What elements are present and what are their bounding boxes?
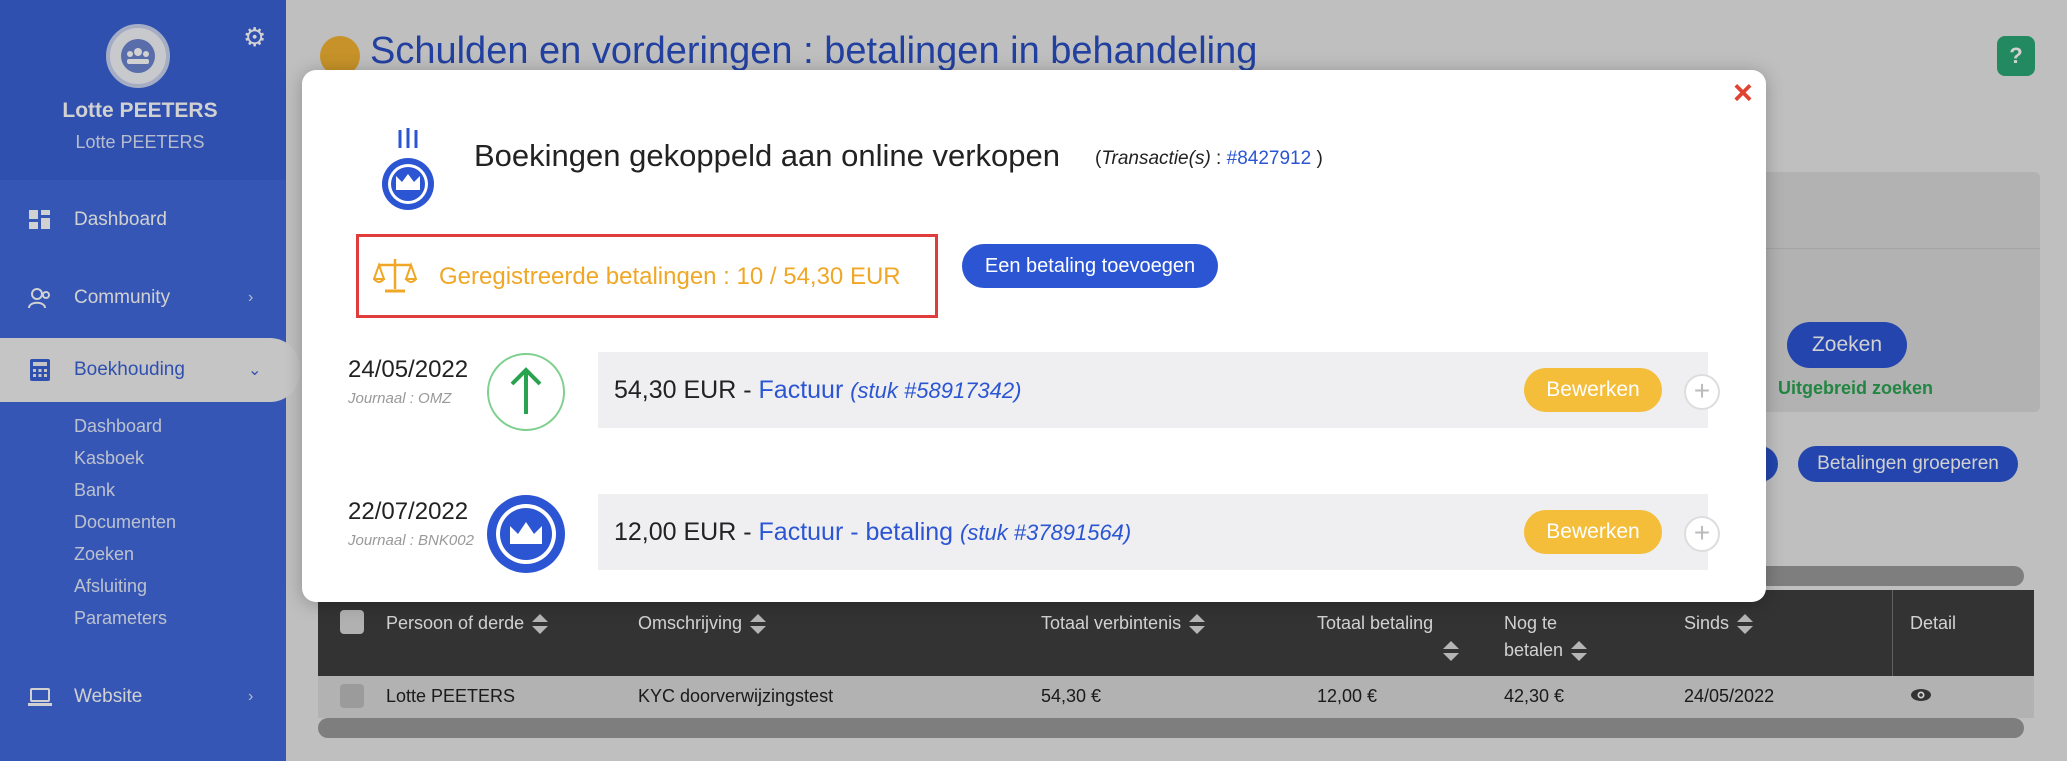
payment-summary: 12,00 EUR - Factuur - betaling (stuk #37…: [614, 518, 1131, 547]
payments-modal: × Boekingen gekoppeld aan online verkope…: [302, 70, 1766, 602]
transaction-reference: (Transactie(s) : #8427912 ): [1095, 148, 1323, 170]
payment-date: 24/05/2022: [348, 356, 469, 383]
crown-coin-icon: [487, 495, 565, 573]
balance-scale-icon: [373, 259, 417, 293]
edit-button[interactable]: Bewerken: [1524, 510, 1662, 554]
arrow-up-icon: [487, 353, 565, 431]
separator: -: [736, 518, 759, 546]
payment-row: 12,00 EUR - Factuur - betaling (stuk #37…: [598, 494, 1720, 570]
coin-crown-icon: [382, 128, 434, 210]
payment-amount: 12,00 EUR: [614, 518, 737, 546]
payment-row: 54,30 EUR - Factuur (stuk #58917342) Bew…: [598, 352, 1720, 428]
payment-type-link[interactable]: Factuur - betaling: [759, 518, 954, 546]
payment-type-link[interactable]: Factuur: [759, 376, 844, 404]
transaction-label: Transactie(s): [1101, 148, 1211, 169]
plus-icon[interactable]: +: [1684, 516, 1720, 552]
payment-date: 22/07/2022: [348, 498, 469, 525]
payment-amount: 54,30 EUR: [614, 376, 737, 404]
piece-link[interactable]: (stuk #58917342): [850, 378, 1021, 403]
paren: ): [1311, 148, 1323, 169]
add-payment-button[interactable]: Een betaling toevoegen: [962, 244, 1218, 288]
transaction-link[interactable]: #8427912: [1227, 148, 1312, 169]
registered-payments-text: Geregistreerde betalingen : 10 / 54,30 E…: [439, 263, 901, 290]
registered-payments-box: Geregistreerde betalingen : 10 / 54,30 E…: [356, 234, 938, 318]
close-icon[interactable]: ×: [1733, 74, 1753, 113]
plus-icon[interactable]: +: [1684, 374, 1720, 410]
separator: :: [1210, 148, 1227, 169]
payment-summary: 54,30 EUR - Factuur (stuk #58917342): [614, 376, 1021, 405]
separator: -: [736, 376, 759, 404]
modal-title: Boekingen gekoppeld aan online verkopen: [474, 138, 1061, 173]
payment-journal: Journaal : BNK002: [348, 532, 474, 549]
payment-journal: Journaal : OMZ: [348, 390, 452, 407]
piece-link[interactable]: (stuk #37891564): [960, 520, 1131, 545]
edit-button[interactable]: Bewerken: [1524, 368, 1662, 412]
